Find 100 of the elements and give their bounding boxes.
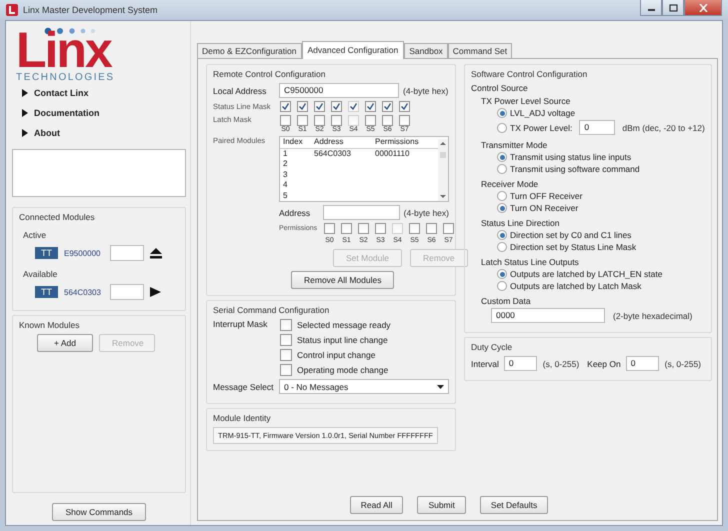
field-label: Available <box>23 269 58 279</box>
input-field[interactable]: 0000 <box>491 308 605 323</box>
radio-button[interactable] <box>497 152 507 162</box>
checkbox[interactable] <box>297 101 308 112</box>
group-label: TX Power Level Source <box>480 96 572 106</box>
module-badge: TT <box>35 247 58 259</box>
input-field[interactable]: 0 <box>579 120 616 135</box>
checkbox[interactable] <box>280 349 292 361</box>
maximize-button[interactable] <box>662 0 684 16</box>
checkbox[interactable] <box>324 223 335 234</box>
checkbox[interactable] <box>314 115 325 126</box>
field-label: Interval <box>471 358 499 368</box>
button[interactable]: Read All <box>350 496 404 514</box>
tab[interactable]: Command Set <box>448 43 512 58</box>
checkbox[interactable] <box>426 223 437 234</box>
group-title: Serial Command Configuration <box>213 305 330 315</box>
hint-text: (4-byte hex) <box>403 86 448 96</box>
input-field[interactable] <box>110 284 144 300</box>
checkbox[interactable] <box>280 101 291 112</box>
minimize-button[interactable] <box>640 0 662 16</box>
group-label: Custom Data <box>480 296 532 306</box>
scrollbar[interactable] <box>438 139 448 201</box>
remove-all-button[interactable]: Remove All Modules <box>291 271 394 289</box>
radio-button[interactable] <box>497 230 507 240</box>
checkbox-label: Selected message ready <box>297 320 391 330</box>
checkbox[interactable] <box>280 319 292 331</box>
close-button[interactable] <box>684 0 722 16</box>
module-badge: TT <box>35 286 58 298</box>
radio-button[interactable] <box>497 281 507 291</box>
tab[interactable]: Demo & EZConfiguration <box>197 43 302 58</box>
table-cell-text: 2 <box>282 159 288 170</box>
radio-label: LVL_ADJ voltage <box>510 108 576 118</box>
button[interactable]: Set Defaults <box>480 496 548 514</box>
radio-button[interactable] <box>497 108 507 118</box>
button[interactable]: + Add <box>37 334 93 352</box>
radio-button[interactable] <box>497 122 507 132</box>
checkbox[interactable] <box>375 223 386 234</box>
checkbox[interactable] <box>358 223 369 234</box>
group-title: Connected Modules <box>19 212 96 222</box>
module-address[interactable]: E9500000 <box>64 248 104 258</box>
table-cell-text: 00001110 <box>374 148 410 159</box>
table-cell-text: 4 <box>282 180 288 190</box>
table-cell-text: 564C0303 <box>313 148 352 159</box>
nav-link[interactable]: Documentation <box>12 103 186 123</box>
nav-link[interactable]: Contact Linx <box>12 83 186 103</box>
radio-label: Transmit using software command <box>510 164 640 174</box>
radio-label: TX Power Level: <box>510 122 572 132</box>
column-header: Address <box>313 137 344 148</box>
button[interactable]: Submit <box>417 496 466 514</box>
checkbox[interactable] <box>280 334 292 346</box>
checkbox[interactable] <box>382 101 393 112</box>
input-field[interactable]: C9500000 <box>279 83 399 98</box>
input-field[interactable] <box>323 205 400 220</box>
checkbox[interactable] <box>365 115 376 126</box>
show-commands-button[interactable]: Show Commands <box>52 503 146 521</box>
input-field[interactable] <box>110 245 144 261</box>
checkbox[interactable] <box>280 364 292 376</box>
radio-button[interactable] <box>497 242 507 252</box>
radio-label: Turn ON Receiver <box>510 203 578 213</box>
group-title: Remote Control Configuration <box>213 69 326 79</box>
checkbox[interactable] <box>331 101 342 112</box>
checkbox[interactable] <box>297 115 308 126</box>
checkbox-label: Status input line change <box>297 335 388 345</box>
tab[interactable]: Advanced Configuration <box>302 41 404 59</box>
checkbox[interactable] <box>443 223 454 234</box>
message-select[interactable]: 0 - No Messages <box>279 379 449 394</box>
close-icon <box>698 4 708 12</box>
checkbox-label: Operating mode change <box>297 365 388 375</box>
checkbox[interactable] <box>365 101 376 112</box>
checkbox[interactable] <box>399 115 410 126</box>
play-icon[interactable] <box>150 287 161 297</box>
field-label: Keep On <box>587 358 621 368</box>
checkbox[interactable] <box>314 101 325 112</box>
group-label: Transmitter Mode <box>480 140 548 150</box>
nav-link[interactable]: About <box>12 123 186 143</box>
checkbox[interactable] <box>399 101 410 112</box>
field-label: Address <box>279 208 312 218</box>
input-field[interactable]: 0 <box>626 356 659 371</box>
maximize-icon <box>668 4 678 12</box>
radio-button[interactable] <box>497 164 507 174</box>
radio-label: Direction set by Status Line Mask <box>510 242 636 252</box>
checkbox[interactable] <box>341 223 352 234</box>
radio-button[interactable] <box>497 191 507 201</box>
checkbox-label: Control input change <box>297 350 376 360</box>
checkbox[interactable] <box>280 115 291 126</box>
radio-label: Transmit using status line inputs <box>510 152 632 162</box>
tab[interactable]: Sandbox <box>404 43 448 58</box>
input-field[interactable]: 0 <box>504 356 537 371</box>
radio-button[interactable] <box>497 269 507 279</box>
column-header: Index <box>282 137 304 148</box>
checkbox[interactable] <box>409 223 420 234</box>
hint-text: (4-byte hex) <box>404 208 449 218</box>
checkbox[interactable] <box>382 115 393 126</box>
radio-label: Direction set by C0 and C1 lines <box>510 230 632 240</box>
checkbox[interactable] <box>331 115 342 126</box>
group-label: Status Line Direction <box>480 218 560 228</box>
module-address[interactable]: 564C0303 <box>64 288 104 296</box>
field-label: Local Address <box>213 86 268 96</box>
radio-button[interactable] <box>497 203 507 213</box>
eject-icon[interactable] <box>150 248 162 258</box>
